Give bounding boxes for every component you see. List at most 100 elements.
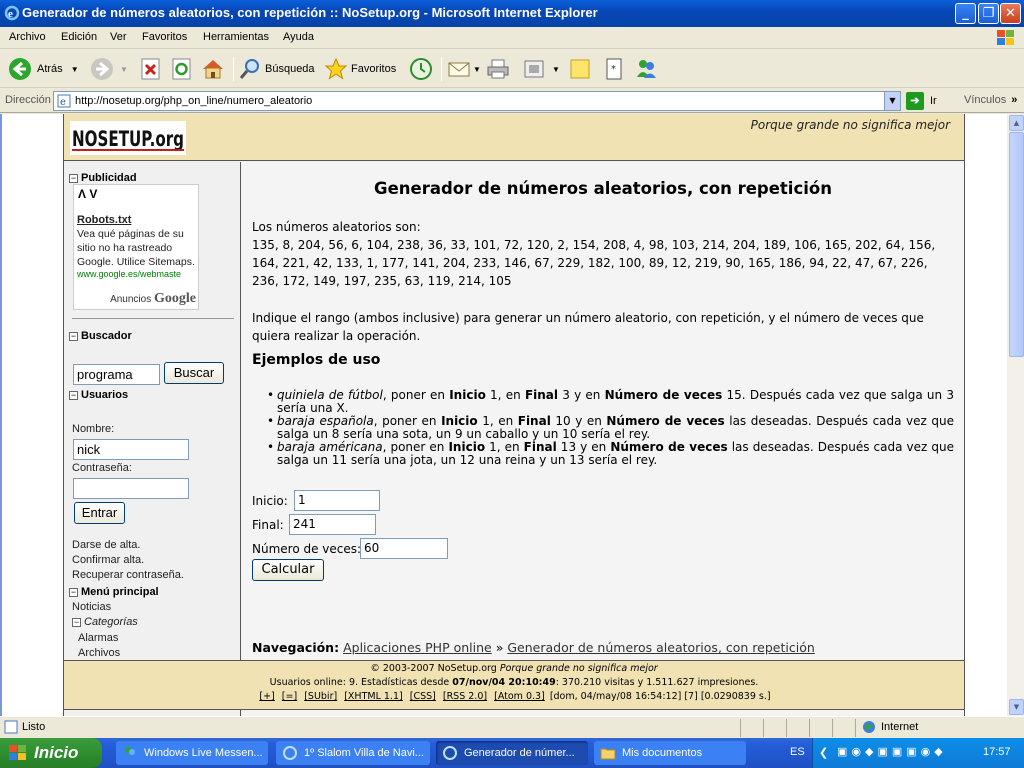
go-button[interactable]: ➔ Ir bbox=[906, 92, 937, 110]
site-header: NOSETUP.org Porque grande no significa m… bbox=[64, 114, 964, 161]
signup-link[interactable]: Darse de alta. bbox=[72, 539, 140, 551]
alarms-link[interactable]: Alarmas bbox=[78, 632, 118, 644]
site-search-button[interactable]: Buscar bbox=[164, 362, 224, 384]
site-logo[interactable]: NOSETUP.org bbox=[70, 121, 186, 155]
news-link[interactable]: Noticias bbox=[72, 601, 111, 613]
discuss-button[interactable] bbox=[568, 55, 592, 83]
password-label: Contraseña: bbox=[72, 462, 132, 474]
task-messenger[interactable]: Windows Live Messen... bbox=[116, 741, 268, 765]
ad-nav-arrows[interactable]: Λ V bbox=[78, 187, 97, 201]
categories-node[interactable]: − Categorías bbox=[72, 616, 138, 628]
minimize-button[interactable]: _ bbox=[955, 3, 976, 24]
times-input[interactable]: 60 bbox=[360, 538, 448, 559]
mail-dropdown-icon[interactable]: ▼ bbox=[473, 65, 481, 74]
instructions-text: Indique el rango (ambos inclusive) para … bbox=[252, 311, 924, 343]
search-heading[interactable]: − Buscador bbox=[69, 330, 132, 342]
scroll-down-icon[interactable]: ▼ bbox=[1009, 699, 1024, 715]
back-button[interactable]: Atrás ▼ bbox=[8, 55, 79, 83]
clock: 17:57 bbox=[983, 746, 1011, 758]
chevron-right-icon: » bbox=[1011, 94, 1018, 106]
site-search-input[interactable]: programa bbox=[73, 364, 160, 385]
refresh-button[interactable] bbox=[170, 55, 194, 83]
task-generador[interactable]: Generador de númer... bbox=[436, 741, 588, 765]
footer-link-xhtml[interactable]: [XHTML 1.1] bbox=[344, 691, 402, 702]
random-numbers-output: 135, 8, 204, 56, 6, 104, 238, 36, 33, 10… bbox=[252, 238, 936, 288]
menu-ver[interactable]: Ver bbox=[110, 31, 127, 43]
users-heading[interactable]: − Usuarios bbox=[69, 389, 128, 401]
task-slalom[interactable]: 1º Slalom Villa de Navi... bbox=[276, 741, 430, 765]
taskbar: Inicio Windows Live Messen... 1º Slalom … bbox=[0, 738, 1024, 768]
menu-herramientas[interactable]: Herramientas bbox=[203, 31, 269, 43]
ie-icon bbox=[283, 746, 297, 760]
password-input[interactable] bbox=[73, 478, 189, 499]
scroll-up-icon[interactable]: ▲ bbox=[1009, 115, 1024, 131]
example-item: baraja américana, poner en Inicio 1, en … bbox=[267, 441, 954, 467]
username-input[interactable]: nick bbox=[73, 439, 189, 460]
forward-button[interactable]: ▼ bbox=[90, 55, 128, 83]
search-button[interactable]: Búsqueda bbox=[238, 55, 315, 83]
start-input[interactable]: 1 bbox=[294, 490, 380, 511]
ad-attribution[interactable]: Anuncios Google bbox=[110, 291, 196, 307]
mail-button[interactable]: ▼ bbox=[447, 55, 481, 83]
toolbar: Atrás ▼ ▼ Búsqueda Favoritos ▼ ▼ * bbox=[0, 50, 1024, 88]
forward-dropdown-icon[interactable]: ▼ bbox=[120, 65, 128, 74]
task-documents[interactable]: Mis documentos bbox=[594, 741, 746, 765]
menu-archivo[interactable]: Archivo bbox=[9, 31, 46, 43]
footer-link-css[interactable]: [CSS] bbox=[410, 691, 436, 702]
go-arrow-icon: ➔ bbox=[906, 92, 924, 110]
search-label: Búsqueda bbox=[265, 63, 315, 75]
main-menu-heading[interactable]: − Menú principal bbox=[69, 586, 159, 598]
title-bar[interactable]: e Generador de números aleatorios, con r… bbox=[0, 0, 1024, 27]
language-indicator[interactable]: ES bbox=[790, 746, 805, 758]
login-button[interactable]: Entrar bbox=[74, 502, 125, 524]
end-input[interactable]: 241 bbox=[289, 514, 376, 535]
confirm-link[interactable]: Confirmar alta. bbox=[72, 554, 144, 566]
refresh-icon bbox=[172, 58, 191, 80]
ad-box[interactable]: Λ V Robots.txt Vea qué páginas de su sit… bbox=[73, 184, 199, 310]
menu-favoritos[interactable]: Favoritos bbox=[142, 31, 187, 43]
edit-button[interactable]: ▼ bbox=[522, 55, 560, 83]
tray-icons[interactable]: ▣◉◆▣▣▣◉◆ bbox=[837, 745, 947, 758]
research-button[interactable]: * bbox=[602, 55, 626, 83]
favorites-button[interactable]: Favoritos bbox=[324, 55, 396, 83]
forward-arrow-icon bbox=[91, 58, 113, 80]
messenger-button[interactable] bbox=[634, 55, 658, 83]
edit-icon bbox=[524, 60, 544, 78]
archives-link[interactable]: Archivos bbox=[78, 647, 120, 659]
stop-button[interactable] bbox=[139, 55, 163, 83]
tray-expand-icon[interactable]: ❮ bbox=[819, 746, 828, 759]
status-bar: Listo Internet bbox=[0, 716, 1024, 738]
ad-title[interactable]: Robots.txt bbox=[77, 214, 131, 226]
recover-password-link[interactable]: Recuperar contraseña. bbox=[72, 569, 184, 581]
globe-icon bbox=[863, 721, 875, 733]
go-label: Ir bbox=[930, 95, 937, 107]
address-label: Dirección bbox=[5, 94, 51, 106]
mail-icon bbox=[448, 62, 470, 77]
messenger-icon bbox=[125, 747, 135, 755]
menu-ayuda[interactable]: Ayuda bbox=[283, 31, 314, 43]
breadcrumb-current[interactable]: Generador de números aleatorios, con rep… bbox=[507, 640, 814, 655]
menu-edicion[interactable]: Edición bbox=[61, 31, 97, 43]
scroll-thumb[interactable] bbox=[1009, 132, 1024, 357]
calculate-button[interactable]: Calcular bbox=[252, 559, 324, 581]
edit-dropdown-icon[interactable]: ▼ bbox=[552, 65, 560, 74]
print-button[interactable] bbox=[486, 55, 510, 83]
footer-link-top[interactable]: [SUbir] bbox=[304, 691, 337, 702]
home-button[interactable] bbox=[201, 55, 225, 83]
footer-link-equal[interactable]: [=] bbox=[282, 691, 297, 702]
address-dropdown-icon[interactable]: ▼ bbox=[884, 92, 900, 110]
footer-link-rss[interactable]: [RSS 2.0] bbox=[443, 691, 487, 702]
close-button[interactable]: ✕ bbox=[1000, 3, 1021, 24]
restore-button[interactable]: ❐ bbox=[978, 3, 999, 24]
vertical-scrollbar[interactable]: ▲ ▼ bbox=[1007, 114, 1024, 716]
ads-heading[interactable]: − Publicidad bbox=[69, 172, 137, 184]
history-button[interactable] bbox=[409, 55, 433, 83]
address-input[interactable]: e http://nosetup.org/php_on_line/numero_… bbox=[53, 91, 901, 111]
back-dropdown-icon[interactable]: ▼ bbox=[71, 65, 79, 74]
links-bar[interactable]: Vínculos » bbox=[964, 94, 1017, 106]
footer-link-plus[interactable]: [+] bbox=[259, 691, 274, 702]
footer-link-atom[interactable]: [Atom 0.3] bbox=[494, 691, 545, 702]
start-button[interactable]: Inicio bbox=[0, 738, 102, 768]
ad-url[interactable]: www.google.es/webmaste bbox=[77, 269, 198, 279]
breadcrumb-php-apps[interactable]: Aplicaciones PHP online bbox=[343, 640, 492, 655]
